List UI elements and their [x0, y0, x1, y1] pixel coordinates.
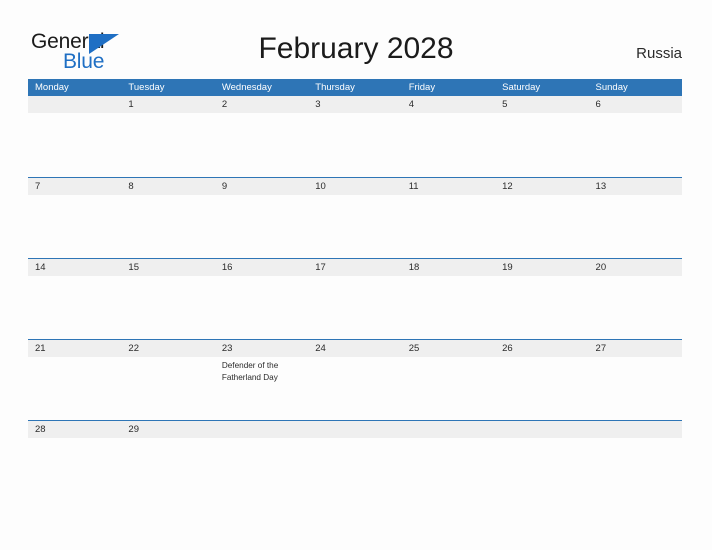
day-number: 24 [315, 343, 326, 354]
day-number: 18 [408, 262, 420, 273]
weekday-header-row: Monday Tuesday Wednesday Thursday Friday Satu… [28, 79, 682, 96]
week-cells: 1 2 3 4 5 6 [28, 96, 682, 177]
day-cell[interactable]: 14 [28, 259, 121, 339]
calendar-week-row: 14 15 16 17 18 19 20 [28, 258, 682, 339]
day-number: 2 [221, 99, 228, 110]
day-number: 1 [128, 99, 134, 110]
day-cell[interactable]: 15 [121, 259, 214, 339]
day-number: 13 [595, 181, 607, 192]
day-cell[interactable]: 6 [589, 96, 682, 177]
page-title: February 2028 [258, 32, 454, 65]
day-number [222, 421, 308, 438]
day-cell[interactable]: 10 [308, 178, 401, 258]
day-number: 3 [315, 99, 321, 110]
day-cell-empty [28, 96, 121, 177]
week-cells: 28 29 [28, 421, 682, 444]
day-number: 9 [221, 181, 228, 192]
day-number: 6 [595, 99, 601, 110]
weekday-header-monday: Monday [35, 82, 69, 93]
day-cell[interactable]: 26 [495, 340, 588, 420]
day-number: 22 [128, 343, 139, 354]
day-cell[interactable]: 27 [589, 340, 682, 420]
week-cells: 21 22 23 Defender of the Fatherland Day 24 25… [28, 340, 682, 420]
day-cell[interactable]: 28 [28, 421, 121, 444]
day-number: 25 [408, 343, 420, 354]
day-number: 26 [502, 343, 513, 354]
day-number: 11 [408, 181, 419, 192]
day-number: 23 [221, 343, 233, 354]
day-cell[interactable]: 4 [402, 96, 495, 177]
weekday-header-saturday: Saturday [502, 82, 541, 93]
day-cell[interactable]: 20 [589, 259, 682, 339]
day-number [409, 421, 495, 438]
day-number [596, 421, 682, 438]
week-cells: 7 8 9 10 11 12 13 [28, 178, 682, 258]
day-number: 4 [408, 99, 414, 110]
day-number: 14 [35, 262, 46, 273]
day-cell-empty [495, 421, 588, 444]
day-cell[interactable]: 24 [308, 340, 401, 420]
day-number: 10 [315, 181, 326, 192]
day-cell[interactable]: 17 [308, 259, 401, 339]
day-cell[interactable]: 8 [121, 178, 214, 258]
weekday-header-friday: Friday [408, 82, 436, 93]
day-number [315, 421, 401, 438]
day-cell[interactable]: 3 [308, 96, 401, 177]
day-number: 16 [221, 262, 233, 273]
calendar-table: Monday Tuesday Wednesday Thursday Friday Satu… [28, 79, 682, 444]
day-number: 21 [35, 343, 46, 354]
day-cell-empty [215, 421, 308, 444]
day-cell[interactable]: 29 [121, 421, 214, 444]
calendar-body: 1 2 3 4 5 6 7 8 9 10 11 12 13 14 15 16 17 18 19 20 21 22 23 Def… [28, 96, 682, 444]
calendar-page: General Blue February 2028 Russia Monday… [0, 0, 712, 550]
day-cell[interactable]: 18 [402, 259, 495, 339]
day-cell[interactable]: 16 [215, 259, 308, 339]
day-number: 28 [35, 424, 46, 435]
day-cell[interactable]: 2 [215, 96, 308, 177]
holiday-label: Defender of the Fatherland Day [221, 361, 279, 382]
day-cell[interactable]: 12 [495, 178, 588, 258]
day-cell-empty [308, 421, 401, 444]
day-cell[interactable]: 23 Defender of the Fatherland Day [215, 340, 308, 420]
day-cell-empty [402, 421, 495, 444]
calendar-week-row: 21 22 23 Defender of the Fatherland Day 24 25… [28, 339, 682, 420]
day-number: 20 [595, 262, 607, 273]
day-number: 29 [128, 424, 139, 435]
day-number [502, 421, 588, 438]
page-header: General Blue February 2028 Russia [0, 0, 712, 75]
day-number: 17 [315, 262, 326, 273]
day-cell[interactable]: 11 [402, 178, 495, 258]
weekday-header-wednesday: Wednesday [221, 82, 272, 93]
calendar-week-row: 1 2 3 4 5 6 [28, 96, 682, 177]
day-number: 19 [502, 262, 513, 273]
calendar-week-row: 28 29 [28, 420, 682, 444]
day-number [35, 96, 121, 113]
day-number: 27 [595, 343, 607, 354]
day-number: 7 [35, 181, 41, 192]
day-number: 12 [502, 181, 513, 192]
day-number: 8 [128, 181, 134, 192]
weekday-header-tuesday: Tuesday [128, 82, 165, 93]
calendar-week-row: 7 8 9 10 11 12 13 [28, 177, 682, 258]
day-cell[interactable]: 1 [121, 96, 214, 177]
day-cell[interactable]: 21 [28, 340, 121, 420]
day-cell[interactable]: 5 [495, 96, 588, 177]
day-number: 5 [502, 99, 508, 110]
weekday-header-thursday: Thursday [315, 82, 355, 93]
day-cell[interactable]: 9 [215, 178, 308, 258]
day-cell-empty [589, 421, 682, 444]
week-cells: 14 15 16 17 18 19 20 [28, 259, 682, 339]
day-cell[interactable]: 22 [121, 340, 214, 420]
day-cell[interactable]: 7 [28, 178, 121, 258]
day-number: 15 [128, 262, 139, 273]
weekday-header-sunday: Sunday [595, 82, 628, 93]
day-cell[interactable]: 25 [402, 340, 495, 420]
day-cell[interactable]: 19 [495, 259, 588, 339]
day-cell[interactable]: 13 [589, 178, 682, 258]
country-label: Russia [636, 45, 682, 62]
